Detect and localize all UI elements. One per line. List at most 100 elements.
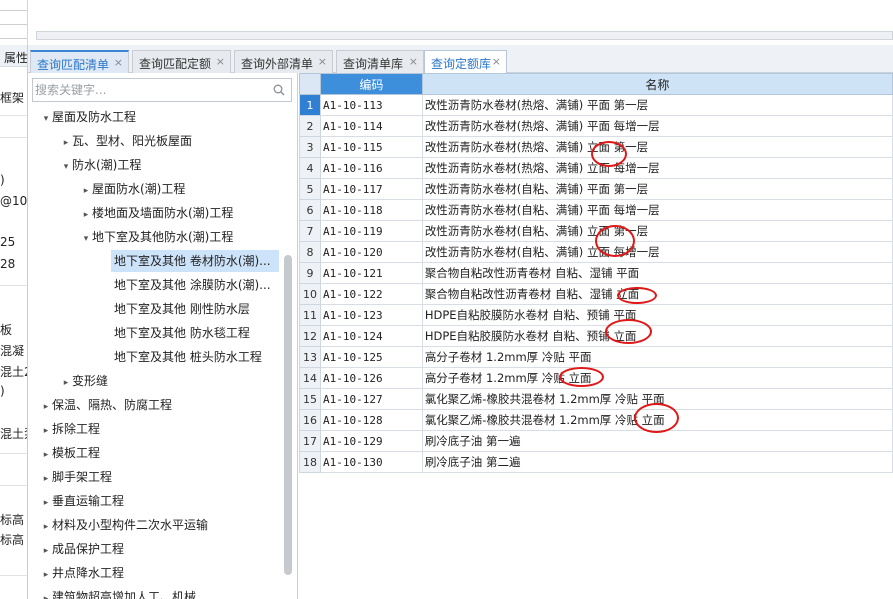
quota-name-cell[interactable]: 氯化聚乙烯-橡胶共混卷材 1.2mm厚 冷贴 立面 — [421, 409, 893, 431]
quota-name-cell[interactable]: 改性沥青防水卷材(自粘、满铺) 平面 第一层 — [421, 178, 893, 200]
table-row[interactable]: 2 A1-10-114 改性沥青防水卷材(热熔、满铺) 平面 每增一层 — [299, 115, 893, 137]
table-row[interactable]: 16 A1-10-128 氯化聚乙烯-橡胶共混卷材 1.2mm厚 冷贴 立面 — [299, 409, 893, 431]
table-row[interactable]: 8 A1-10-120 改性沥青防水卷材(自粘、满铺) 立面 每增一层 — [299, 241, 893, 263]
tree-node[interactable]: ▸ 建筑物超高增加人工、机械 — [40, 586, 196, 599]
quota-code-cell[interactable]: A1-10-115 — [319, 136, 423, 158]
quota-code-cell[interactable]: A1-10-116 — [319, 157, 423, 179]
table-row[interactable]: 12 A1-10-124 HDPE自粘胶膜防水卷材 自粘、预铺 立面 — [299, 325, 893, 347]
collapse-arrow-icon[interactable]: ▾ — [80, 228, 92, 250]
expand-arrow-icon[interactable]: ▸ — [40, 420, 52, 442]
row-number[interactable]: 13 — [299, 346, 321, 368]
quota-name-cell[interactable]: 改性沥青防水卷材(热熔、满铺) 平面 第一层 — [421, 94, 893, 116]
tree-leaf[interactable]: 地下室及其他 防水毯工程 — [111, 322, 250, 344]
quota-name-cell[interactable]: 氯化聚乙烯-橡胶共混卷材 1.2mm厚 冷贴 平面 — [421, 388, 893, 410]
expand-arrow-icon[interactable]: ▸ — [80, 204, 92, 226]
tree-node[interactable]: ▸ 变形缝 — [60, 370, 108, 392]
row-number[interactable]: 17 — [299, 430, 321, 452]
tree-node[interactable]: ▸ 成品保护工程 — [40, 538, 124, 560]
quota-code-cell[interactable]: A1-10-121 — [319, 262, 423, 284]
table-row[interactable]: 10 A1-10-122 聚合物自粘改性沥青卷材 自粘、湿铺 立面 — [299, 283, 893, 305]
tree-node[interactable]: ▸ 屋面防水(潮)工程 — [80, 178, 186, 202]
tree-node[interactable]: ▸ 垂直运输工程 — [40, 490, 124, 512]
table-row[interactable]: 7 A1-10-119 改性沥青防水卷材(自粘、满铺) 立面 第一层 — [299, 220, 893, 242]
table-row[interactable]: 1 A1-10-113 改性沥青防水卷材(热熔、满铺) 平面 第一层 — [299, 94, 893, 116]
quota-code-cell[interactable]: A1-10-123 — [319, 304, 423, 326]
expand-arrow-icon[interactable]: ▸ — [40, 492, 52, 514]
close-icon[interactable]: × — [318, 55, 327, 68]
table-row[interactable]: 9 A1-10-121 聚合物自粘改性沥青卷材 自粘、湿铺 平面 — [299, 262, 893, 284]
tree-node[interactable]: ▾ 防水(潮)工程 — [60, 154, 142, 178]
expand-arrow-icon[interactable]: ▸ — [60, 372, 72, 394]
expand-arrow-icon[interactable]: ▸ — [40, 468, 52, 490]
row-number[interactable]: 10 — [299, 283, 321, 305]
table-row[interactable]: 14 A1-10-126 高分子卷材 1.2mm厚 冷贴 立面 — [299, 367, 893, 389]
tree-node[interactable]: ▸ 拆除工程 — [40, 418, 100, 440]
tree-node[interactable]: ▸ 模板工程 — [40, 442, 100, 464]
tab-query-match-quota[interactable]: 查询匹配定额 × — [132, 50, 231, 73]
expand-arrow-icon[interactable]: ▸ — [80, 180, 92, 202]
row-number[interactable]: 9 — [299, 262, 321, 284]
tab-query-list-library[interactable]: 查询清单库 × — [336, 50, 424, 73]
quota-code-cell[interactable]: A1-10-118 — [319, 199, 423, 221]
quota-code-cell[interactable]: A1-10-126 — [319, 367, 423, 389]
quota-code-cell[interactable]: A1-10-125 — [319, 346, 423, 368]
row-number[interactable]: 7 — [299, 220, 321, 242]
tree-leaf[interactable]: 地下室及其他 刚性防水层 — [111, 298, 250, 320]
quota-name-cell[interactable]: 刷冷底子油 第二遍 — [421, 451, 893, 473]
tree-leaf[interactable]: 地下室及其他 涂膜防水(潮)... — [111, 274, 271, 296]
quota-name-cell[interactable]: 改性沥青防水卷材(自粘、满铺) 立面 每增一层 — [421, 241, 893, 263]
quota-name-cell[interactable]: HDPE自粘胶膜防水卷材 自粘、预铺 平面 — [421, 304, 893, 326]
quota-code-cell[interactable]: A1-10-114 — [319, 115, 423, 137]
quota-name-cell[interactable]: 高分子卷材 1.2mm厚 冷贴 立面 — [421, 367, 893, 389]
expand-arrow-icon[interactable]: ▸ — [60, 132, 72, 154]
tree-node[interactable]: ▾ 屋面及防水工程 — [40, 106, 136, 128]
row-number[interactable]: 3 — [299, 136, 321, 158]
quota-name-cell[interactable]: 改性沥青防水卷材(自粘、满铺) 平面 每增一层 — [421, 199, 893, 221]
tree-node[interactable]: ▸ 脚手架工程 — [40, 466, 112, 488]
table-row[interactable]: 17 A1-10-129 刷冷底子油 第一遍 — [299, 430, 893, 452]
quota-name-cell[interactable]: 聚合物自粘改性沥青卷材 自粘、湿铺 立面 — [421, 283, 893, 305]
horizontal-scrollbar[interactable] — [36, 31, 893, 40]
close-icon[interactable]: × — [409, 55, 418, 68]
expand-arrow-icon[interactable]: ▸ — [40, 588, 52, 599]
table-row[interactable]: 13 A1-10-125 高分子卷材 1.2mm厚 冷贴 平面 — [299, 346, 893, 368]
row-number[interactable]: 14 — [299, 367, 321, 389]
quota-code-cell[interactable]: A1-10-130 — [319, 451, 423, 473]
quota-code-cell[interactable]: A1-10-120 — [319, 241, 423, 263]
table-row[interactable]: 4 A1-10-116 改性沥青防水卷材(热熔、满铺) 立面 每增一层 — [299, 157, 893, 179]
row-number[interactable]: 1 — [299, 94, 321, 116]
tree-node[interactable]: ▸ 瓦、型材、阳光板屋面 — [60, 130, 192, 152]
quota-name-cell[interactable]: 刷冷底子油 第一遍 — [421, 430, 893, 452]
quota-code-cell[interactable]: A1-10-127 — [319, 388, 423, 410]
quota-code-cell[interactable]: A1-10-117 — [319, 178, 423, 200]
tree-node[interactable]: ▸ 材料及小型构件二次水平运输 — [40, 514, 208, 536]
table-row[interactable]: 15 A1-10-127 氯化聚乙烯-橡胶共混卷材 1.2mm厚 冷贴 平面 — [299, 388, 893, 410]
quota-name-cell[interactable]: HDPE自粘胶膜防水卷材 自粘、预铺 立面 — [421, 325, 893, 347]
column-header-code[interactable]: 编码 — [319, 73, 423, 95]
row-number[interactable]: 12 — [299, 325, 321, 347]
tree-node[interactable]: ▸ 保温、隔热、防腐工程 — [40, 394, 172, 416]
quota-name-cell[interactable]: 改性沥青防水卷材(热熔、满铺) 平面 每增一层 — [421, 115, 893, 137]
row-number[interactable]: 15 — [299, 388, 321, 410]
row-number[interactable]: 4 — [299, 157, 321, 179]
expand-arrow-icon[interactable]: ▸ — [40, 396, 52, 418]
tab-query-quota-library[interactable]: 查询定额库 × — [424, 50, 507, 74]
table-row[interactable]: 11 A1-10-123 HDPE自粘胶膜防水卷材 自粘、预铺 平面 — [299, 304, 893, 326]
table-row[interactable]: 18 A1-10-130 刷冷底子油 第二遍 — [299, 451, 893, 473]
collapse-arrow-icon[interactable]: ▾ — [60, 156, 72, 178]
table-row[interactable]: 6 A1-10-118 改性沥青防水卷材(自粘、满铺) 平面 每增一层 — [299, 199, 893, 221]
row-number[interactable]: 8 — [299, 241, 321, 263]
row-number[interactable]: 6 — [299, 199, 321, 221]
quota-name-cell[interactable]: 改性沥青防水卷材(自粘、满铺) 立面 第一层 — [421, 220, 893, 242]
row-number[interactable]: 5 — [299, 178, 321, 200]
expand-arrow-icon[interactable]: ▸ — [40, 516, 52, 538]
row-number[interactable]: 2 — [299, 115, 321, 137]
search-input[interactable] — [35, 81, 265, 99]
close-icon[interactable]: × — [216, 55, 225, 68]
quota-name-cell[interactable]: 高分子卷材 1.2mm厚 冷贴 平面 — [421, 346, 893, 368]
tab-query-external-list[interactable]: 查询外部清单 × — [234, 50, 333, 73]
row-number[interactable]: 16 — [299, 409, 321, 431]
collapse-arrow-icon[interactable]: ▾ — [40, 108, 52, 130]
row-number[interactable]: 18 — [299, 451, 321, 473]
expand-arrow-icon[interactable]: ▸ — [40, 540, 52, 562]
